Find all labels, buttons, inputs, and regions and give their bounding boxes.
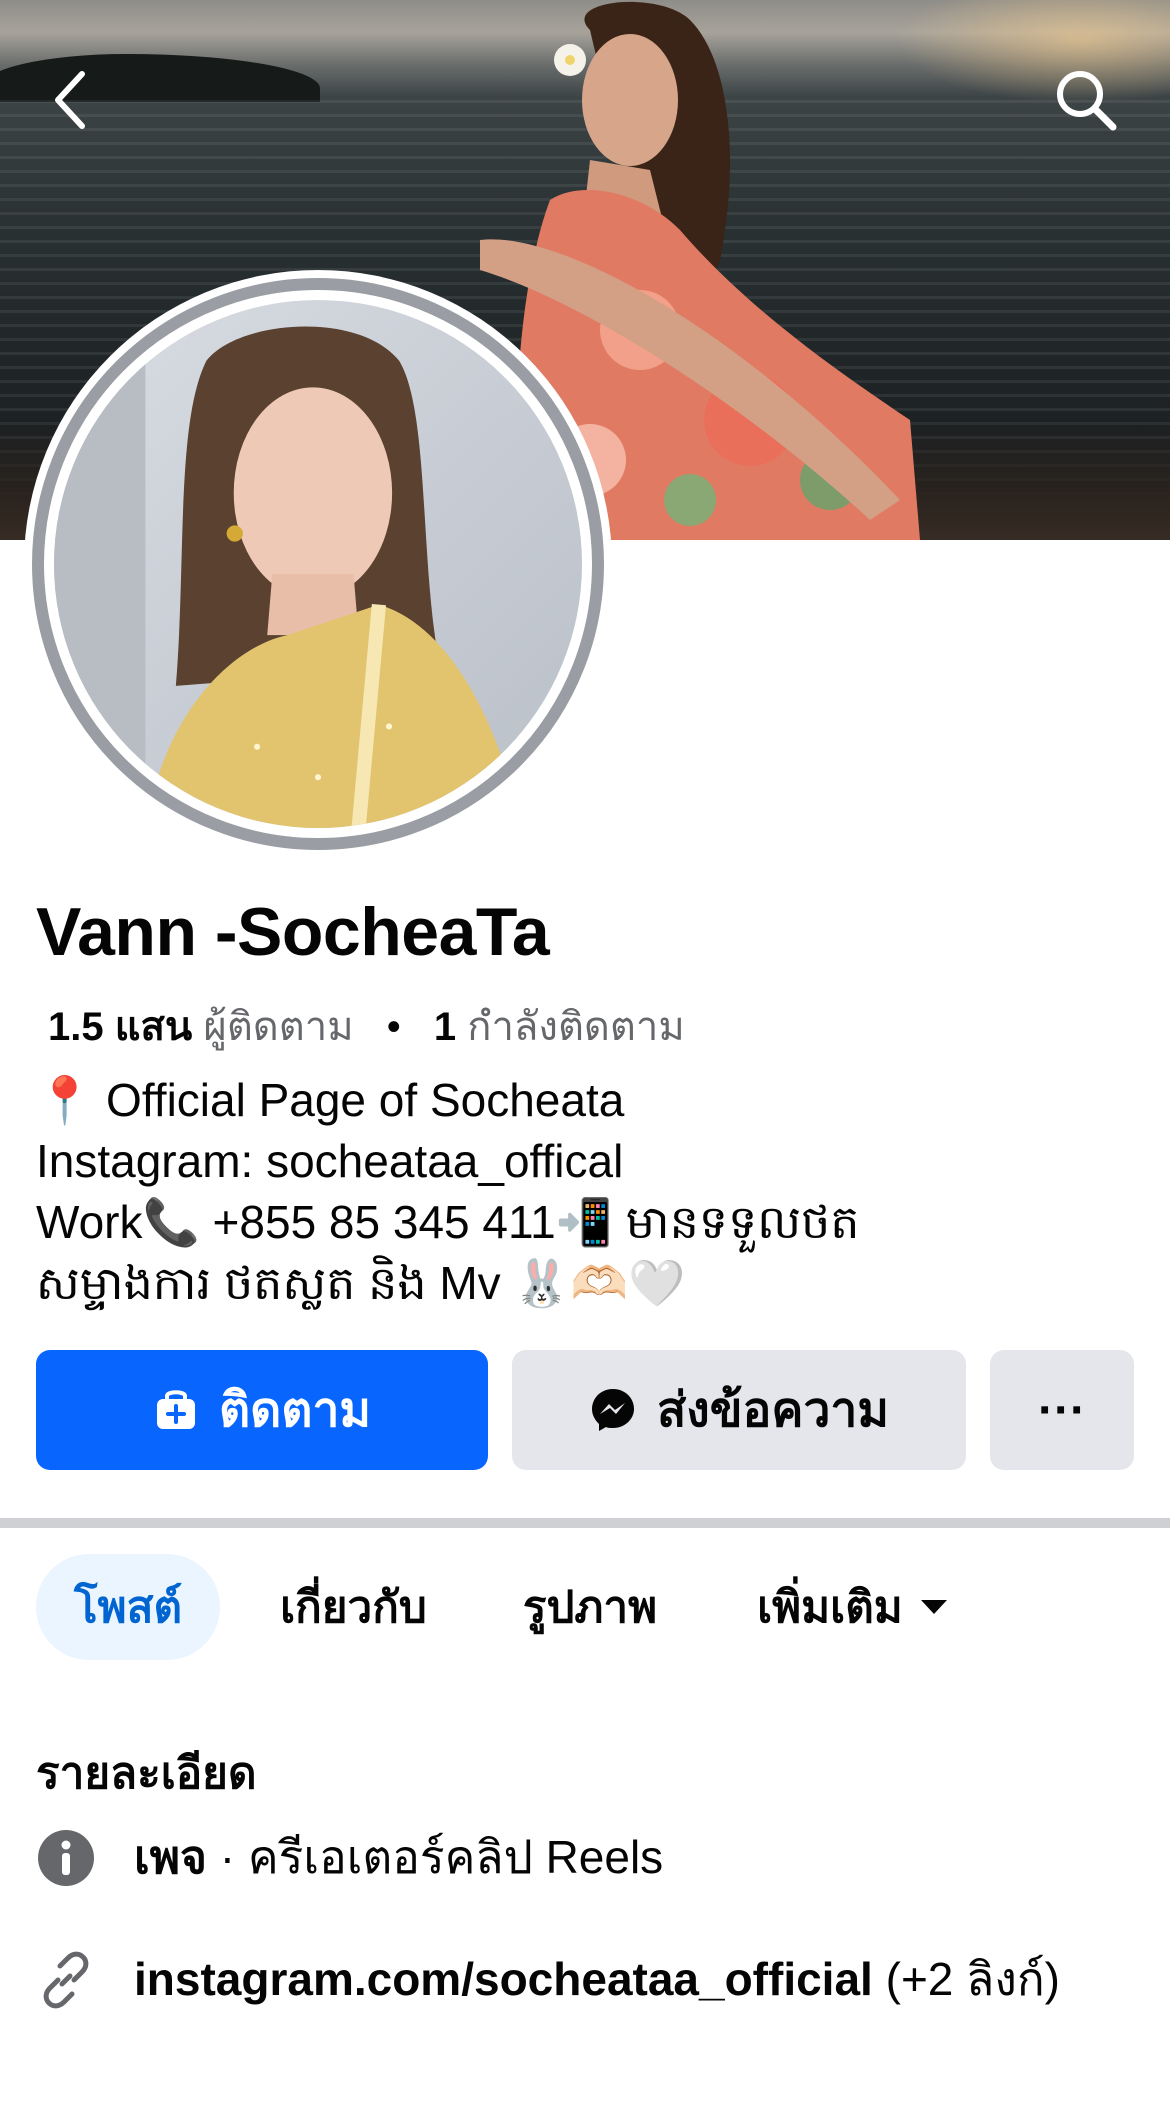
tab-photos[interactable]: รูปภาพ	[523, 1554, 657, 1660]
search-button[interactable]	[1046, 60, 1126, 140]
tab-posts[interactable]: โพสต์	[36, 1554, 221, 1660]
link-extra[interactable]: (+2 ลิงก์)	[873, 1953, 1060, 2005]
more-options-button[interactable]: ···	[990, 1350, 1134, 1470]
details-title: รายละเอียด	[36, 1749, 257, 1798]
tab-more[interactable]: เพิ่มเติม	[757, 1554, 949, 1660]
followers-label: ผู้ติดตาม	[203, 1005, 354, 1049]
avatar-ring	[32, 278, 604, 850]
caret-down-icon	[920, 1600, 947, 1614]
tab-about[interactable]: เกี่ยวกับ	[280, 1554, 427, 1660]
category-prefix: เพจ	[134, 1831, 207, 1883]
messenger-icon	[591, 1389, 634, 1431]
stats-separator: •	[386, 1005, 401, 1049]
following-label: กำลังติดตาม	[467, 1005, 685, 1049]
profile-tabs: โพสต์ เกี่ยวกับ รูปภาพ เพิ่มเติม	[36, 1554, 949, 1660]
search-icon	[1057, 71, 1117, 131]
avatar-photo	[54, 300, 582, 828]
follow-button[interactable]: ติดตาม	[36, 1350, 488, 1470]
profile-bio: 📍 Official Page of Socheata Instagram: s…	[36, 1070, 1136, 1314]
category-row: เพจ · ครีเอเตอร์คลิป Reels	[36, 1826, 663, 1888]
link-row[interactable]: instagram.com/socheataa_official (+2 ลิง…	[36, 1948, 1096, 2010]
chevron-left-icon	[55, 71, 85, 129]
instagram-link[interactable]: instagram.com/socheataa_official	[134, 1953, 873, 2005]
info-icon	[38, 1830, 94, 1886]
more-icon: ···	[1038, 1383, 1086, 1437]
section-divider	[0, 1518, 1170, 1528]
follow-stats[interactable]: 1.5 แสน ผู้ติดตาม • 1 กำลังติดตาม	[48, 994, 685, 1058]
tab-more-label: เพิ่มเติม	[757, 1583, 903, 1632]
message-button[interactable]: ส่งข้อความ	[512, 1350, 966, 1470]
profile-name: Vann -SocheaTa	[36, 894, 550, 970]
bio-line: Instagram: socheataa_offical	[36, 1135, 624, 1187]
followers-count: 1.5 แสน	[48, 1005, 193, 1049]
follow-bag-icon	[156, 1390, 195, 1429]
bio-line: Work📞 +855 85 345 411📲 មានទទួលថត	[36, 1196, 860, 1248]
follow-label: ติดตาม	[218, 1384, 372, 1437]
bio-line: សម្ទាងការ ថតស្លត និង Mv 🐰🫶🏻🤍	[36, 1257, 686, 1309]
link-icon	[43, 1951, 89, 2009]
profile-avatar[interactable]	[24, 270, 612, 858]
category-text: · ครีเอเตอร์คลิป Reels	[207, 1831, 664, 1883]
back-button[interactable]	[30, 60, 110, 140]
avatar-portrait	[54, 300, 522, 828]
message-label: ส่งข้อความ	[656, 1384, 890, 1437]
bio-line: 📍 Official Page of Socheata	[36, 1074, 625, 1126]
following-count: 1	[433, 1005, 457, 1049]
